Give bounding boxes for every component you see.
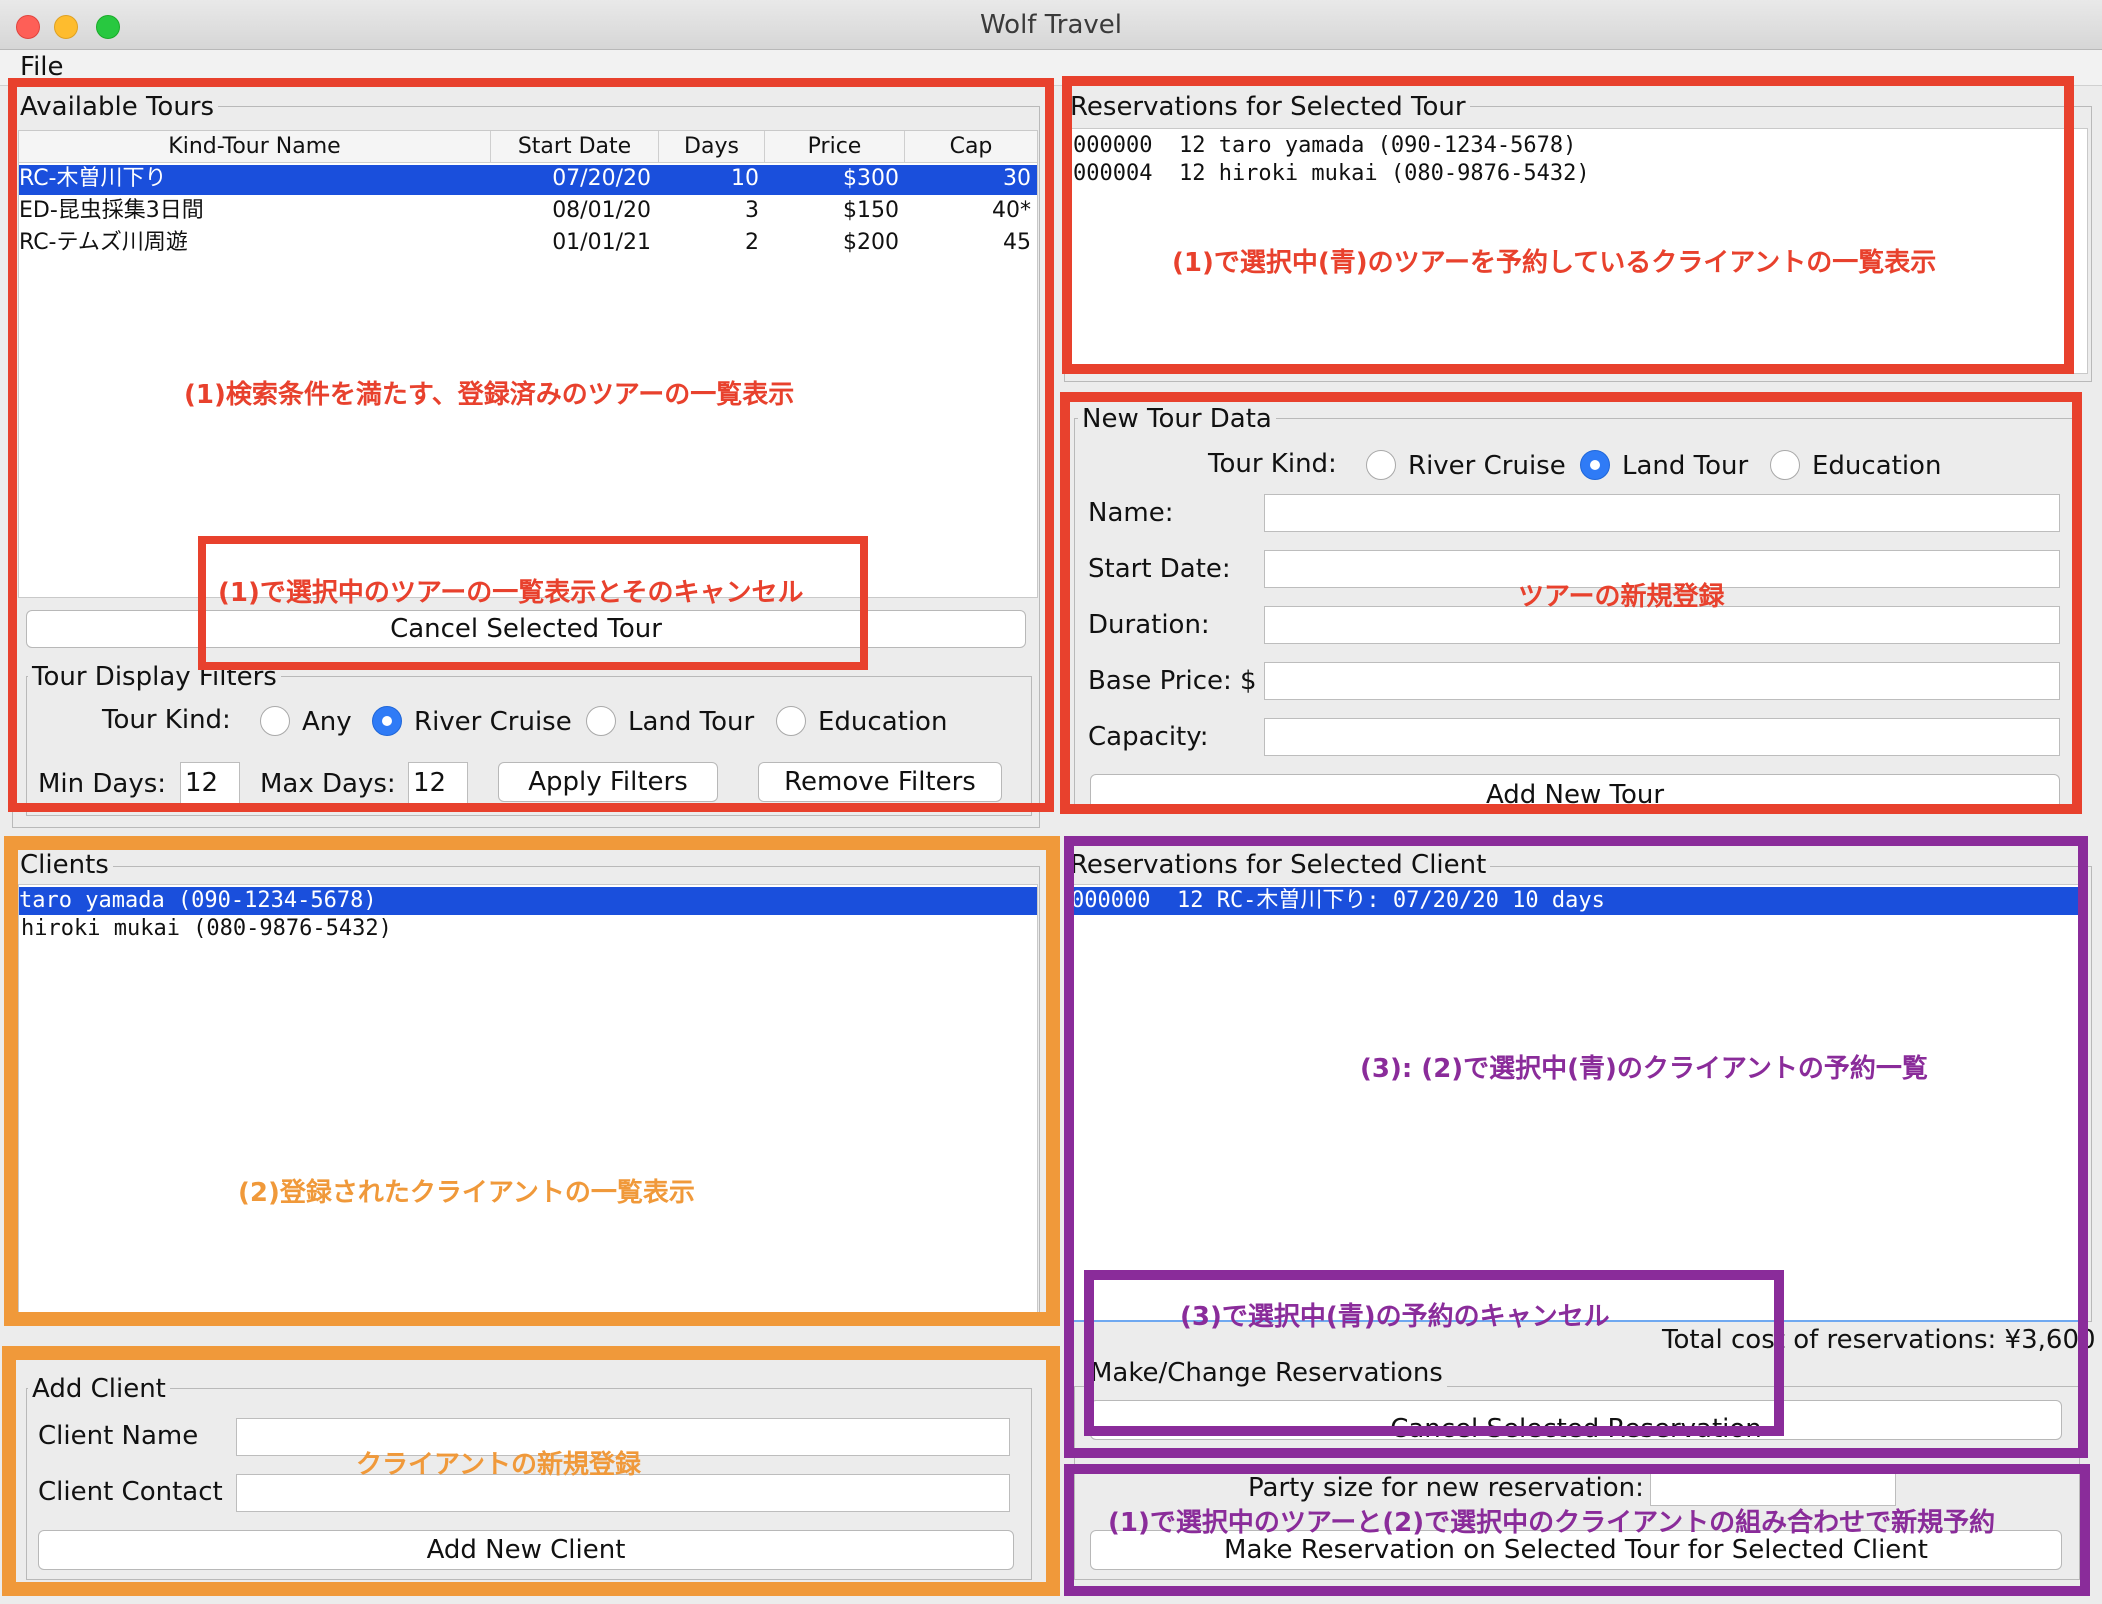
annotation-reservation-cancel: (3)で選択中(青)の予約のキャンセル — [1180, 1302, 1610, 1332]
annotation-tour-reservations: (1)で選択中(青)のツアーを予約しているクライアントの一覧表示 — [1172, 248, 1937, 278]
annotation-box-clients — [4, 836, 1060, 1326]
annotation-new-tour: ツアーの新規登録 — [1518, 582, 1725, 612]
window-title: Wolf Travel — [979, 10, 1123, 40]
annotation-tours-list: (1)検索条件を満たす、登録済みのツアーの一覧表示 — [184, 380, 795, 410]
title-bar: Wolf Travel — [0, 0, 2102, 50]
annotation-tour-cancel: (1)で選択中のツアーの一覧表示とそのキャンセル — [218, 578, 804, 608]
annotation-make-reservation: (1)で選択中のツアーと(2)で選択中のクライアントの組み合わせで新規予約 — [1108, 1508, 1996, 1538]
annotation-box-reservation-cancel — [1084, 1270, 1784, 1436]
annotation-clients: (2)登録されたクライアントの一覧表示 — [238, 1178, 695, 1208]
annotation-client-reservations: (3): (2)で選択中(青)のクライアントの予約一覧 — [1360, 1054, 1928, 1084]
annotation-box-tour-reservations — [1062, 76, 2074, 374]
annotation-add-client: クライアントの新規登録 — [356, 1450, 641, 1480]
annotation-box-tours — [8, 78, 1054, 812]
